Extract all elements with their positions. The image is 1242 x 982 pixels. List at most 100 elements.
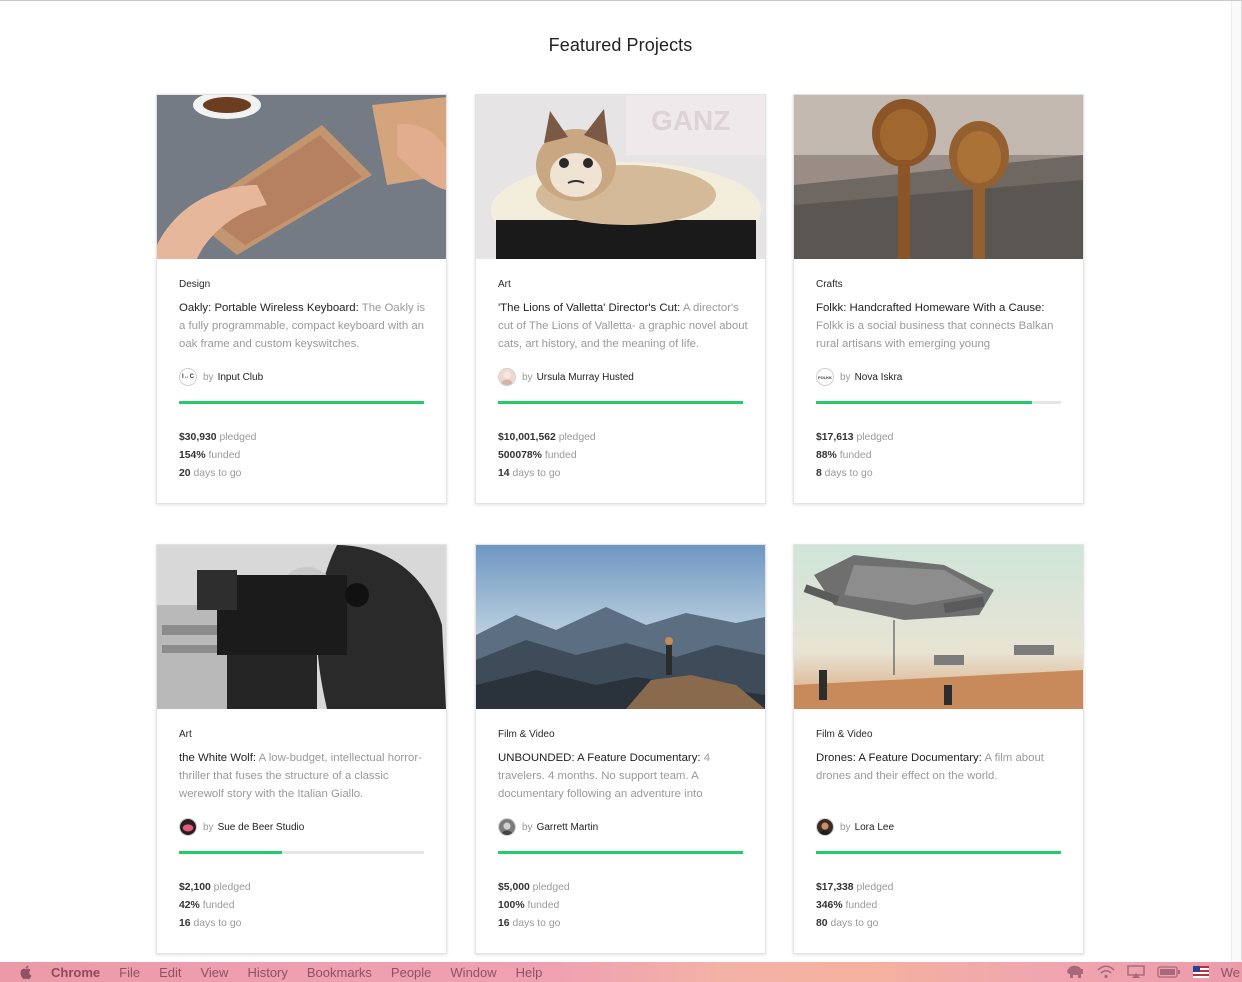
funding-progress-bar: [179, 401, 424, 404]
project-category[interactable]: Film & Video: [498, 729, 555, 740]
project-stats: $30,930 pledged 154% funded 20 days to g…: [179, 429, 256, 483]
pledged-stat: $10,001,562 pledged: [498, 429, 596, 447]
project-image-wooden-spoons[interactable]: [794, 95, 1083, 259]
us-flag-icon[interactable]: [1192, 965, 1209, 979]
project-title[interactable]: Oakly: Portable Wireless Keyboard:: [179, 302, 359, 314]
funded-label: funded: [527, 900, 560, 911]
days-label: days to go: [512, 918, 561, 929]
days-value: 14: [498, 468, 510, 479]
project-image-grumpy-cat[interactable]: GANZ: [476, 95, 765, 259]
vertical-scrollbar[interactable]: [1231, 1, 1241, 962]
project-category[interactable]: Art: [179, 729, 192, 740]
project-creator[interactable]: by Garrett Martin: [498, 818, 598, 836]
menu-app-chrome[interactable]: Chrome: [51, 965, 100, 980]
menu-window[interactable]: Window: [450, 965, 496, 980]
project-card[interactable]: Art the White Wolf: A low-budget, intell…: [156, 544, 447, 954]
elephant-icon[interactable]: [1065, 965, 1085, 979]
project-title[interactable]: the White Wolf:: [179, 752, 256, 764]
pledged-value: $5,000: [498, 882, 530, 893]
project-blurb: Drones: A Feature Documentary: A film ab…: [816, 749, 1066, 805]
funded-label: funded: [839, 450, 872, 461]
days-value: 16: [498, 918, 510, 929]
project-category[interactable]: Art: [498, 279, 511, 290]
project-blurb: Oakly: Portable Wireless Keyboard: The O…: [179, 299, 429, 355]
pledged-label: pledged: [558, 432, 596, 443]
days-stat: 20 days to go: [179, 465, 256, 483]
project-card[interactable]: Design Oakly: Portable Wireless Keyboard…: [156, 94, 447, 504]
project-image-wooden-keyboard[interactable]: [157, 95, 446, 259]
user-photo-icon: [498, 818, 516, 836]
project-creator[interactable]: by Lora Lee: [816, 818, 894, 836]
project-title[interactable]: Folkk: Handcrafted Homeware With a Cause…: [816, 302, 1045, 314]
funded-label: funded: [845, 900, 878, 911]
menu-bar-clock-text[interactable]: We: [1221, 965, 1240, 980]
menu-history[interactable]: History: [247, 965, 287, 980]
funding-progress-fill: [498, 401, 743, 404]
project-blurb: 'The Lions of Valletta' Director's Cut: …: [498, 299, 748, 355]
apple-logo-icon[interactable]: [18, 964, 34, 980]
funded-value: 346%: [816, 900, 843, 911]
project-creator[interactable]: FOLKK by Nova Iskra: [816, 368, 902, 386]
menu-edit[interactable]: Edit: [159, 965, 181, 980]
project-category[interactable]: Design: [179, 279, 210, 290]
project-card[interactable]: Film & Video UNBOUNDED: A Feature Docume…: [475, 544, 766, 954]
project-title[interactable]: UNBOUNDED: A Feature Documentary:: [498, 752, 701, 764]
project-card[interactable]: GANZ Art 'The Lions of Valletta' Directo…: [475, 94, 766, 504]
user-photo-icon: [179, 818, 197, 836]
days-value: 80: [816, 918, 828, 929]
macos-menu-bar: Chrome File Edit View History Bookmarks …: [0, 962, 1242, 982]
creator-name[interactable]: Nova Iskra: [855, 372, 903, 383]
project-creator[interactable]: by Sue de Beer Studio: [179, 818, 304, 836]
menu-help[interactable]: Help: [516, 965, 543, 980]
user-photo-icon: [816, 818, 834, 836]
creator-name[interactable]: Garrett Martin: [537, 822, 599, 833]
input-club-logo-icon: I↔C: [179, 368, 197, 386]
project-creator[interactable]: I↔C by Input Club: [179, 368, 263, 386]
page-title: Featured Projects: [548, 35, 693, 55]
funded-stat: 346% funded: [816, 897, 893, 915]
creator-name[interactable]: Ursula Murray Husted: [537, 372, 634, 383]
project-card[interactable]: Film & Video Drones: A Feature Documenta…: [793, 544, 1084, 954]
project-image-drone-aircraft[interactable]: [794, 545, 1083, 709]
funded-stat: 42% funded: [179, 897, 251, 915]
days-stat: 14 days to go: [498, 465, 596, 483]
menu-view[interactable]: View: [200, 965, 228, 980]
funded-label: funded: [208, 450, 241, 461]
airplay-icon[interactable]: [1127, 965, 1145, 979]
project-blurb: UNBOUNDED: A Feature Documentary: 4 trav…: [498, 749, 748, 805]
funded-stat: 100% funded: [498, 897, 570, 915]
menu-file[interactable]: File: [119, 965, 140, 980]
funded-value: 500078%: [498, 450, 542, 461]
menu-bookmarks[interactable]: Bookmarks: [307, 965, 372, 980]
creator-name[interactable]: Input Club: [218, 372, 264, 383]
days-stat: 8 days to go: [816, 465, 893, 483]
creator-name[interactable]: Lora Lee: [855, 822, 894, 833]
funded-value: 154%: [179, 450, 206, 461]
project-card[interactable]: Crafts Folkk: Handcrafted Homeware With …: [793, 94, 1084, 504]
days-value: 8: [816, 468, 822, 479]
menu-people[interactable]: People: [391, 965, 431, 980]
project-image-camera-operator[interactable]: [157, 545, 446, 709]
project-category[interactable]: Crafts: [816, 279, 843, 290]
project-title[interactable]: Drones: A Feature Documentary:: [816, 752, 982, 764]
pledged-label: pledged: [856, 432, 894, 443]
funded-label: funded: [202, 900, 235, 911]
project-title[interactable]: 'The Lions of Valletta' Director's Cut:: [498, 302, 680, 314]
by-label: by: [840, 371, 851, 383]
creator-name[interactable]: Sue de Beer Studio: [218, 822, 305, 833]
days-stat: 16 days to go: [498, 915, 570, 933]
funded-value: 88%: [816, 450, 837, 461]
folkk-logo-icon: FOLKK: [816, 368, 834, 386]
days-label: days to go: [824, 468, 873, 479]
project-category[interactable]: Film & Video: [816, 729, 873, 740]
project-image-mountain-landscape[interactable]: [476, 545, 765, 709]
funding-progress-bar: [179, 851, 424, 854]
pledged-value: $30,930: [179, 432, 217, 443]
pledged-stat: $17,338 pledged: [816, 879, 893, 897]
project-creator[interactable]: by Ursula Murray Husted: [498, 368, 634, 386]
pledged-label: pledged: [213, 882, 251, 893]
wifi-icon[interactable]: [1097, 965, 1115, 979]
project-stats: $10,001,562 pledged 500078% funded 14 da…: [498, 429, 596, 483]
browser-window: Featured Projects Design Oakly: Portable…: [0, 0, 1242, 962]
battery-icon[interactable]: [1157, 965, 1181, 979]
